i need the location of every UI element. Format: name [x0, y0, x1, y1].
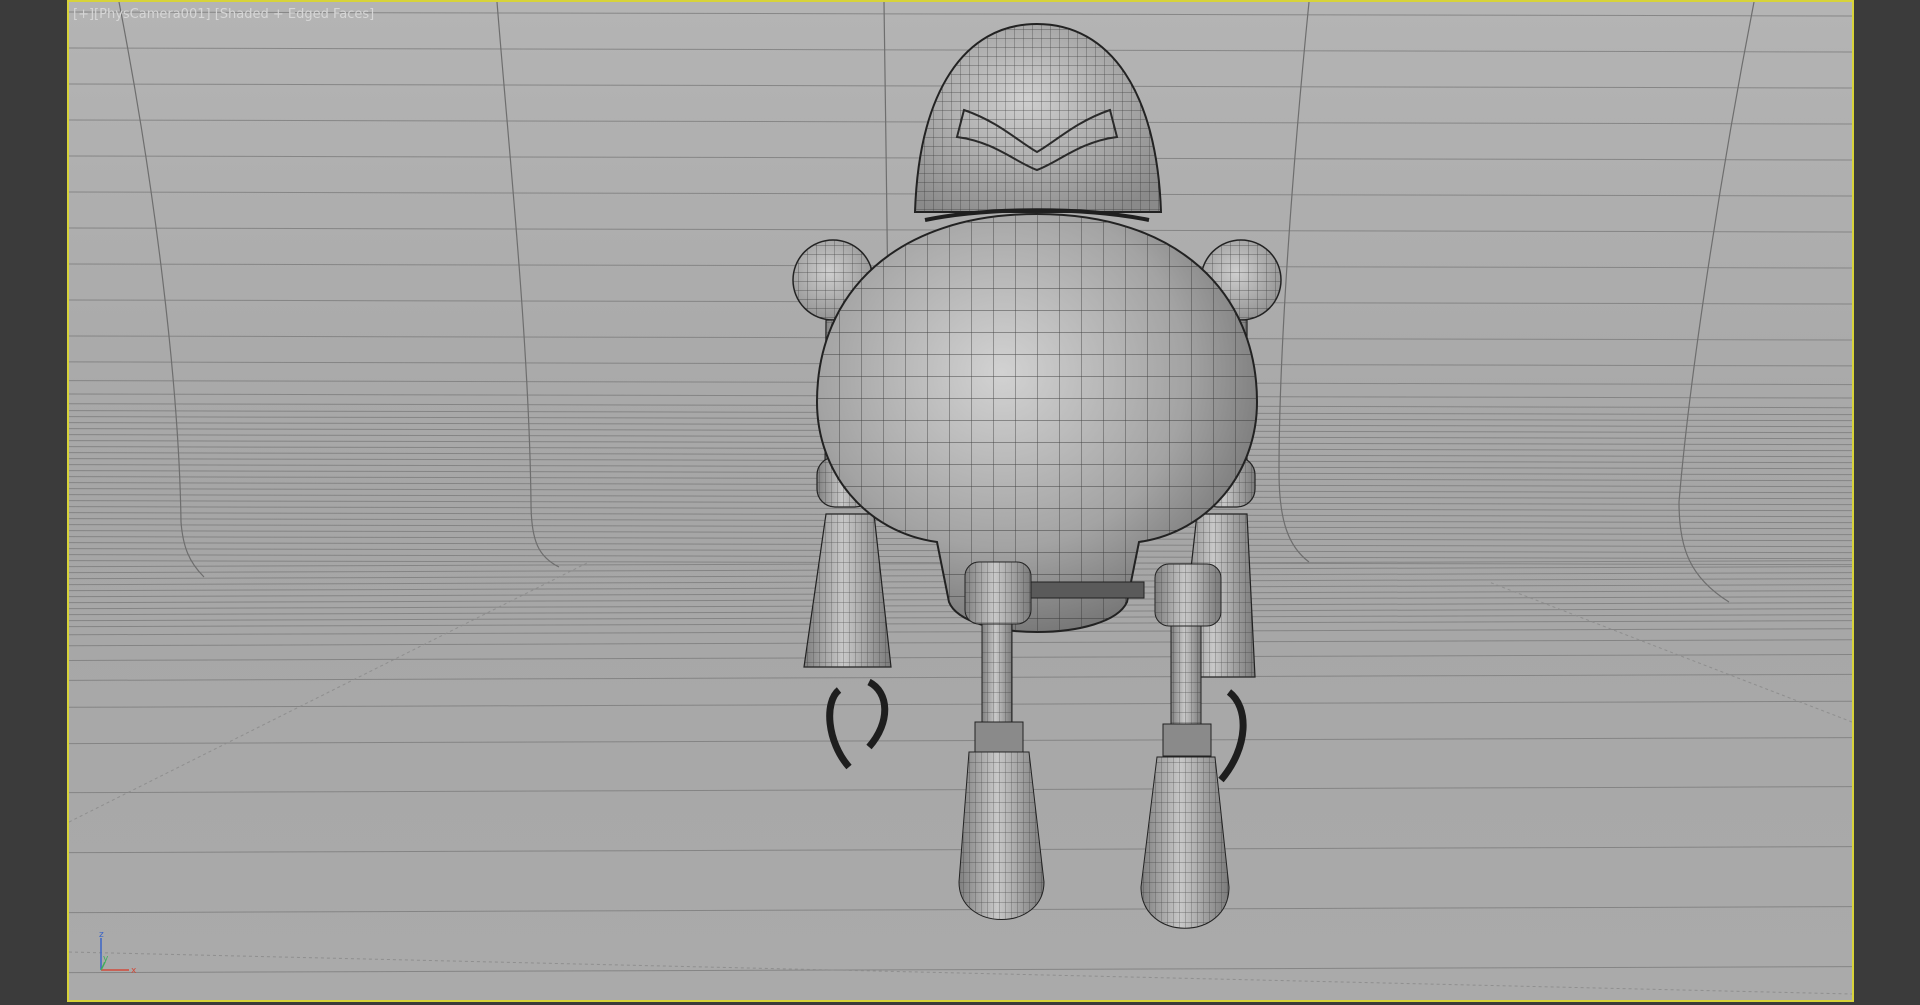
axis-gizmo: z y x: [99, 930, 137, 976]
shading-mode-button[interactable]: [Shaded + Edged Faces]: [215, 7, 375, 22]
z-axis-label: z: [99, 930, 104, 940]
viewport-label[interactable]: [+][PhysCamera001] [Shaded + Edged Faces…: [73, 7, 374, 22]
scene-render[interactable]: [69, 2, 1852, 1000]
y-axis-label: y: [103, 954, 109, 964]
x-axis-label: x: [131, 966, 137, 976]
camera-view-button[interactable]: [PhysCamera001]: [94, 7, 211, 22]
3d-viewport[interactable]: [+][PhysCamera001] [Shaded + Edged Faces…: [67, 0, 1854, 1002]
viewport-frame: [+][PhysCamera001] [Shaded + Edged Faces…: [0, 0, 1920, 1005]
viewport-menu-button[interactable]: [+]: [73, 7, 94, 22]
